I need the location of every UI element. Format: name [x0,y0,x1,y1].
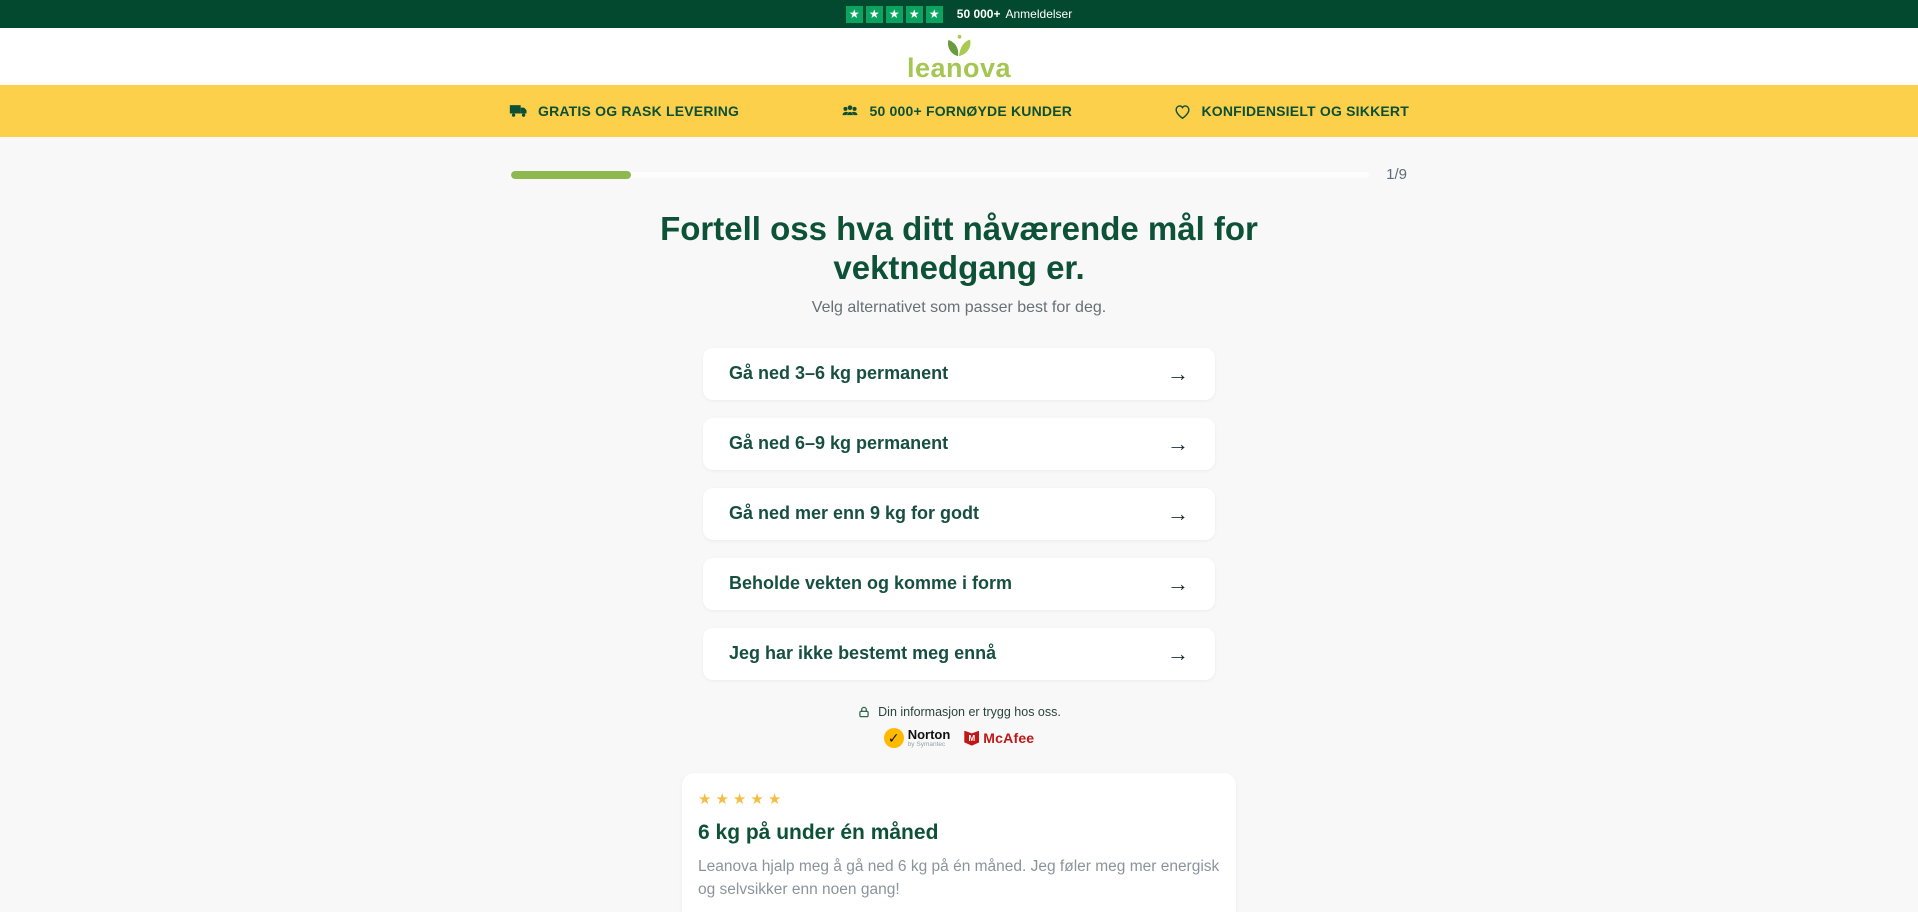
heart-icon [1175,104,1190,119]
review-rating: ★ ★ ★ ★ ★ [698,790,1220,808]
page: ★ ★ ★ ★ ★ 50 000+ Anmeldelser leanova GR… [0,0,1918,912]
mcafee-badge: M McAfee [964,730,1034,746]
star-icon: ★ [715,791,729,809]
trustpilot-reviews-text: 50 000+ Anmeldelser [957,7,1072,21]
benefits-bar: GRATIS OG RASK LEVERING 50 000+ FORNØYDE… [0,85,1918,137]
option-label: Jeg har ikke bestemt meg ennå [729,643,997,664]
security-badges: ✓ Norton by Symantec M McAfee [0,728,1918,749]
trustpilot-star-icon: ★ [925,5,943,23]
users-icon [842,105,858,116]
arrow-right-icon: → [1167,640,1189,666]
star-icon: ★ [750,791,764,809]
arrow-right-icon: → [1167,430,1189,456]
trustpilot-star-icon: ★ [905,5,923,23]
question-title: Fortell oss hva ditt nåværende mål for v… [660,210,1258,286]
option-lose-more-9[interactable]: Gå ned mer enn 9 kg for godt → [703,487,1215,540]
option-label: Gå ned 3–6 kg permanent [729,363,949,384]
trustpilot-rating: ★ ★ ★ ★ ★ [845,5,943,23]
progress: 1/9 [511,166,1407,183]
star-icon: ★ [698,791,712,809]
trustpilot-bar: ★ ★ ★ ★ ★ 50 000+ Anmeldelser [0,0,1918,28]
benefit-label: KONFIDENSIELT OG SIKKERT [1201,103,1409,119]
review-body: Leanova hjalp meg å gå ned 6 kg på én må… [698,858,1220,898]
norton-check-icon: ✓ [883,728,904,749]
quiz-main: 1/9 Fortell oss hva ditt nåværende mål f… [0,137,1918,912]
privacy-note: Din informasjon er trygg hos oss. [0,705,1918,719]
option-label: Beholde vekten og komme i form [729,573,1013,594]
benefit-label: 50 000+ FORNØYDE KUNDER [869,103,1073,119]
norton-name: Norton [907,726,951,742]
logo[interactable]: leanova [907,34,1011,82]
star-icon: ★ [732,791,747,809]
option-label: Gå ned 6–9 kg permanent [729,433,949,454]
mcafee-name: McAfee [983,730,1035,747]
option-undecided[interactable]: Jeg har ikke bestemt meg ennå → [703,627,1215,680]
trustpilot-star-icon: ★ [885,5,903,23]
privacy-text: Din informasjon er trygg hos oss. [878,704,1061,719]
option-lose-3-6[interactable]: Gå ned 3–6 kg permanent → [703,347,1215,400]
options-list: Gå ned 3–6 kg permanent → Gå ned 6–9 kg … [703,347,1215,680]
benefit-label: GRATIS OG RASK LEVERING [538,103,740,119]
review-title: 6 kg på under én måned [698,821,939,845]
option-maintain[interactable]: Beholde vekten og komme i form → [703,557,1215,610]
benefit-free-shipping: GRATIS OG RASK LEVERING [509,101,739,121]
arrow-right-icon: → [1167,570,1189,596]
option-label: Gå ned mer enn 9 kg for godt [729,503,980,524]
trustpilot-star-icon: ★ [845,5,863,23]
truck-icon [509,105,527,117]
review-card: ★ ★ ★ ★ ★ 6 kg på under én måned Leanova… [682,773,1236,912]
star-icon: ★ [767,791,782,809]
mcafee-shield-icon: M [964,730,980,746]
arrow-right-icon: → [1167,500,1189,526]
norton-subtext: by Symantec [907,740,946,748]
option-lose-6-9[interactable]: Gå ned 6–9 kg permanent → [703,417,1215,470]
logo-text: leanova [906,53,1012,83]
progress-step-label: 1/9 [1386,166,1407,183]
question-subtitle: Velg alternativet som passer best for de… [811,298,1107,316]
arrow-right-icon: → [1167,360,1189,386]
progress-track [511,170,1371,179]
reviews-count: 50 000+ [956,7,1001,21]
reviews-word: Anmeldelser [1005,7,1073,21]
benefit-confidential: KONFIDENSIELT OG SIKKERT [1173,102,1409,121]
progress-fill [511,170,632,179]
site-header: leanova [0,28,1918,85]
lock-icon [859,706,869,718]
norton-badge: ✓ Norton by Symantec [883,726,951,749]
benefit-happy-customers: 50 000+ FORNØYDE KUNDER [840,101,1072,121]
trustpilot-star-icon: ★ [865,5,883,23]
